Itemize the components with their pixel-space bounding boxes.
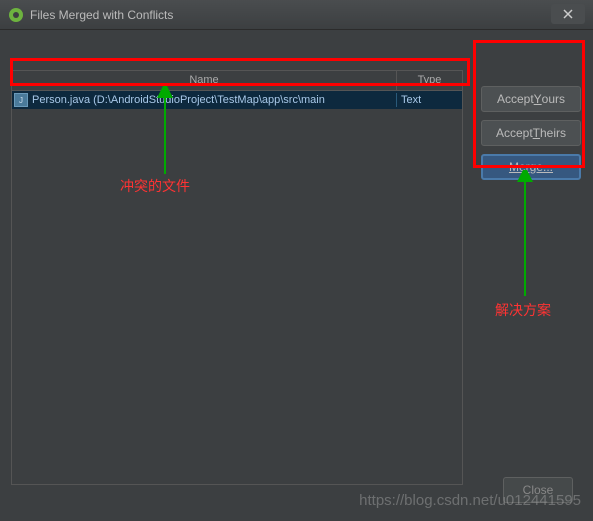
action-buttons: Accept Yours Accept Theirs Merge... [481, 86, 581, 180]
java-file-icon: J [14, 93, 28, 107]
dialog-content: Name Type J Person.java (D:\AndroidStudi… [0, 30, 593, 521]
titlebar: Files Merged with Conflicts [0, 0, 593, 30]
annotation-solution: 解决方案 [495, 300, 551, 320]
table-row[interactable]: J Person.java (D:\AndroidStudioProject\T… [12, 91, 462, 109]
close-button[interactable]: Close [503, 477, 573, 503]
window-close-button[interactable] [551, 4, 585, 24]
cell-name: J Person.java (D:\AndroidStudioProject\T… [12, 93, 397, 107]
header-name[interactable]: Name [12, 71, 397, 90]
annotation-conflict-file: 冲突的文件 [120, 176, 190, 196]
table-header: Name Type [12, 71, 462, 91]
cell-type: Text [397, 94, 462, 106]
window-title: Files Merged with Conflicts [30, 8, 585, 22]
header-type[interactable]: Type [397, 71, 462, 90]
merge-button[interactable]: Merge... [481, 154, 581, 180]
accept-yours-button[interactable]: Accept Yours [481, 86, 581, 112]
file-list-panel: Name Type J Person.java (D:\AndroidStudi… [11, 70, 463, 485]
accept-theirs-button[interactable]: Accept Theirs [481, 120, 581, 146]
app-icon [8, 7, 24, 23]
file-path: Person.java (D:\AndroidStudioProject\Tes… [32, 94, 325, 106]
